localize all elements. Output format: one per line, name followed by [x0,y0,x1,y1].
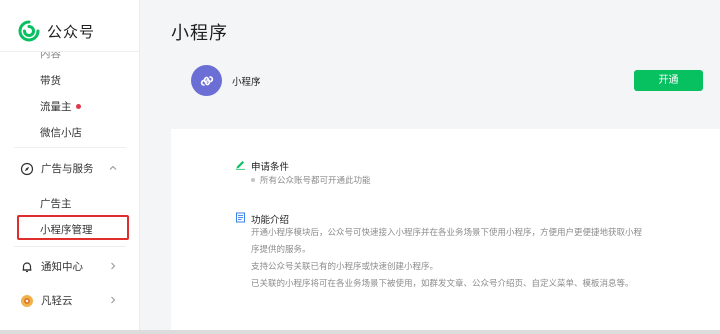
sidebar-item-weixin-shop[interactable]: 微信小店 [40,125,82,140]
conditions-title: 申请条件 [251,162,290,173]
sidebar-item-advertiser[interactable]: 广告主 [40,196,72,211]
info-panel: 申请条件 所有公众账号都可开通此功能 功能介绍 开通小程序模块后，公众号可快速接… [171,129,720,334]
chevron-right-icon[interactable] [108,261,118,271]
bullet [251,177,255,182]
intro-line: 开通小程序模块后，公众号可快速接入小程序并在各业务场景下使用小程序，方便用户更便… [251,228,643,238]
mini-program-icon [200,75,213,86]
pencil-icon [236,161,245,170]
sidebar-section-fanqingyun[interactable]: 凡轻云 [20,293,73,308]
brand-header: 公众号 [0,0,139,52]
chevron-up-icon[interactable] [108,163,118,173]
mini-program-name: 小程序 [232,77,261,88]
notification-dot [75,103,81,109]
mini-program-avatar [191,65,222,96]
sidebar: 内容 带货 流量主 微信小店 广告与服务 广告主 小程序管理 通知中心 凡轻云 … [0,0,140,334]
sidebar-section-label: 广告与服务 [41,163,94,175]
intro-line: 序提供的服务。 [251,245,311,255]
sidebar-section-label: 凡轻云 [41,295,73,307]
page-title: 小程序 [171,23,228,44]
divider [14,246,126,247]
sidebar-section-label: 通知中心 [41,261,83,273]
divider [14,147,126,148]
highlight-box [17,215,129,240]
intro-line: 已关联的小程序将可在各业务场景下被使用，如群发文章、公众号介绍页、自定义菜单、模… [251,279,634,289]
horizontal-scrollbar[interactable] [0,330,720,334]
wechat-official-logo-icon[interactable] [18,20,40,42]
bell-icon [22,261,32,272]
sidebar-item-label: 流量主 [40,101,72,113]
intro-title: 功能介绍 [251,215,290,226]
sidebar-section-ads[interactable]: 广告与服务 [20,161,94,176]
brand-name[interactable]: 公众号 [47,21,95,42]
open-button[interactable]: 开通 [634,70,703,91]
compass-icon [20,162,34,175]
conditions-line: 所有公众账号都可开通此功能 [251,175,371,187]
fanqingyun-icon [21,294,33,307]
intro-line: 支持公众号关联已有的小程序或快速创建小程序。 [251,262,439,272]
sidebar-section-notify[interactable]: 通知中心 [20,259,83,274]
mini-program-card: 小程序 开通 [171,52,720,110]
document-icon [236,212,245,223]
conditions-text: 所有公众账号都可开通此功能 [260,176,371,186]
sidebar-item-daihuo[interactable]: 带货 [40,73,61,88]
chevron-right-icon[interactable] [108,295,118,305]
sidebar-item-liuliangzhu[interactable]: 流量主 [40,99,81,114]
